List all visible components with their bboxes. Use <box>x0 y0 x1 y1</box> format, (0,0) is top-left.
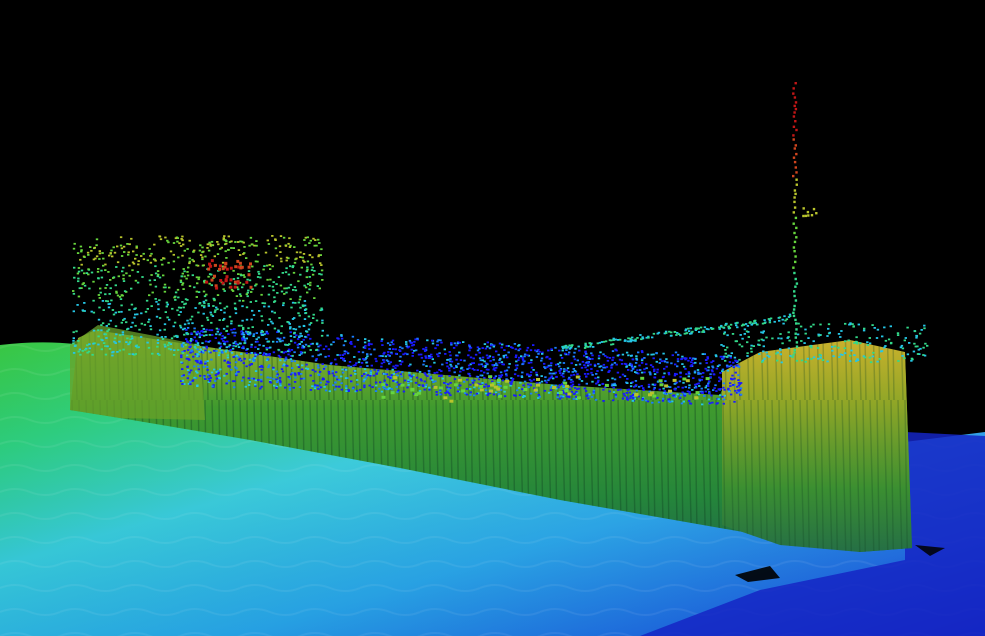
sonar-render-canvas <box>0 0 985 636</box>
sonar-render-view <box>0 0 985 636</box>
